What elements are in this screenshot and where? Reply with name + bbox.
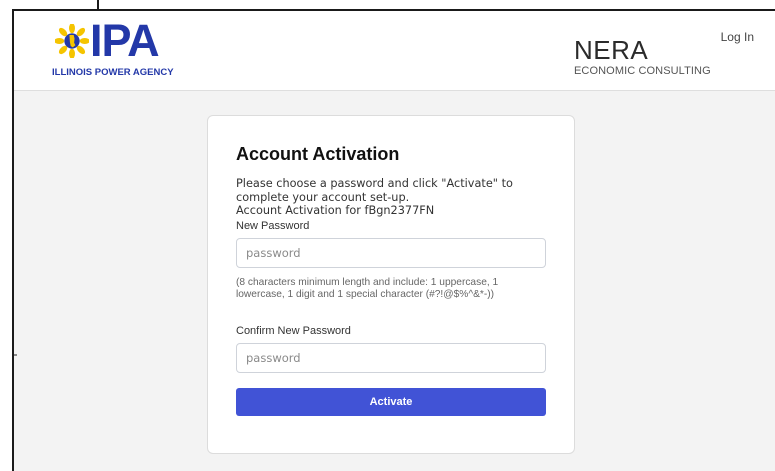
ipa-logo[interactable]: IPA ILLINOIS POWER AGENCY bbox=[52, 15, 202, 83]
ipa-wordmark: IPA bbox=[90, 15, 160, 66]
instructions-text: Please choose a password and click "Acti… bbox=[236, 177, 513, 204]
activate-button[interactable]: Activate bbox=[236, 387, 546, 416]
nera-logo[interactable]: NERA ECONOMIC CONSULTING bbox=[574, 37, 724, 81]
sunflower-icon bbox=[55, 24, 89, 58]
login-link[interactable]: Log In bbox=[721, 30, 754, 44]
new-password-input[interactable] bbox=[236, 237, 546, 268]
site-header: IPA ILLINOIS POWER AGENCY NERA ECONOMIC … bbox=[14, 11, 775, 91]
password-requirements-hint: (8 characters minimum length and include… bbox=[236, 276, 499, 301]
activation-account-text: Account Activation for fBgn2377FN bbox=[236, 204, 435, 217]
activation-card: Account Activation Please choose a passw… bbox=[207, 115, 575, 454]
card-title: Account Activation bbox=[236, 144, 400, 164]
confirm-password-input[interactable] bbox=[236, 342, 546, 373]
ipa-tagline: ILLINOIS POWER AGENCY bbox=[52, 67, 174, 78]
browser-viewport: IPA ILLINOIS POWER AGENCY NERA ECONOMIC … bbox=[12, 9, 775, 471]
frame-mark bbox=[14, 354, 17, 356]
nera-tagline: ECONOMIC CONSULTING bbox=[574, 65, 711, 77]
frame-tick bbox=[97, 0, 99, 9]
confirm-password-label: Confirm New Password bbox=[236, 324, 351, 337]
new-password-label: New Password bbox=[236, 219, 310, 232]
nera-wordmark: NERA bbox=[574, 35, 649, 65]
